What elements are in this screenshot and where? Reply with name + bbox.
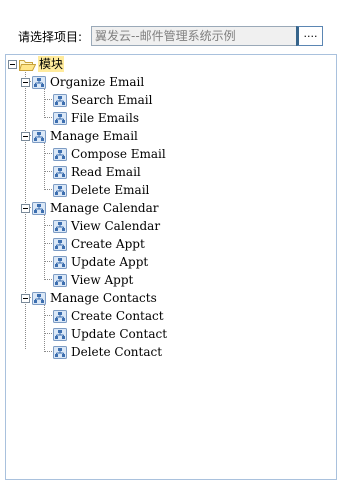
- collapse-icon[interactable]: [21, 131, 30, 141]
- tree-item[interactable]: File Emails: [53, 109, 140, 127]
- tree-item[interactable]: Search Email: [53, 91, 153, 109]
- tree-item-label: File Emails: [71, 111, 140, 125]
- tree-connector: [44, 140, 45, 190]
- hierarchy-icon: [53, 237, 67, 251]
- tree-item[interactable]: Delete Contact: [53, 343, 163, 361]
- tree-connector: [44, 225, 52, 226]
- tree-group[interactable]: Manage Email: [21, 127, 139, 145]
- tree-item[interactable]: Update Contact: [53, 325, 168, 343]
- tree-item-label: View Appt: [71, 273, 134, 287]
- tree-group[interactable]: Manage Contacts: [21, 289, 158, 307]
- tree-connector: [44, 171, 52, 172]
- tree-item-label: Update Contact: [71, 327, 168, 341]
- collapse-icon[interactable]: [21, 203, 30, 213]
- tree-connector: [44, 212, 45, 280]
- tree-group-label: Manage Contacts: [50, 291, 157, 305]
- tree-item-label: Compose Email: [71, 147, 166, 161]
- tree-group[interactable]: Organize Email: [21, 73, 145, 91]
- tree-item-label: Search Email: [71, 93, 153, 107]
- hierarchy-icon: [53, 309, 67, 323]
- hierarchy-icon: [32, 75, 46, 89]
- hierarchy-icon: [53, 345, 67, 359]
- hierarchy-icon: [53, 183, 67, 197]
- hierarchy-icon: [32, 129, 46, 143]
- hierarchy-icon: [32, 201, 46, 215]
- tree-connector: [44, 279, 52, 280]
- tree-group-label: Organize Email: [50, 75, 145, 89]
- module-tree-panel: 模块 Organize Email Search Email File Emai…: [5, 54, 337, 480]
- tree-connector: [44, 99, 52, 100]
- tree-item-label: Delete Email: [71, 183, 150, 197]
- tree-item[interactable]: Create Appt: [53, 235, 146, 253]
- tree-connector: [44, 302, 45, 352]
- hierarchy-icon: [53, 93, 67, 107]
- hierarchy-icon: [53, 219, 67, 233]
- collapse-icon[interactable]: [21, 77, 30, 87]
- tree-item[interactable]: Create Contact: [53, 307, 165, 325]
- tree-item[interactable]: Compose Email: [53, 145, 167, 163]
- tree-group[interactable]: Manage Calendar: [21, 199, 160, 217]
- hierarchy-icon: [53, 255, 67, 269]
- tree-connector: [44, 261, 52, 262]
- tree-root-label: 模块: [38, 56, 65, 72]
- hierarchy-icon: [53, 273, 67, 287]
- tree-connector: [44, 189, 52, 190]
- tree-group-label: Manage Email: [50, 129, 138, 143]
- collapse-icon[interactable]: [21, 293, 30, 303]
- tree-item[interactable]: View Appt: [53, 271, 134, 289]
- tree-connector: [44, 117, 52, 118]
- hierarchy-icon: [53, 111, 67, 125]
- tree-item-label: View Calendar: [71, 219, 161, 233]
- tree-group-label: Manage Calendar: [50, 201, 159, 215]
- tree-connector: [44, 333, 52, 334]
- project-selector: 请选择项目: 翼发云--邮件管理系统示例 ....: [18, 26, 323, 46]
- tree-item-label: Create Contact: [71, 309, 164, 323]
- hierarchy-icon: [53, 327, 67, 341]
- tree-item[interactable]: Update Appt: [53, 253, 149, 271]
- hierarchy-icon: [53, 165, 67, 179]
- collapse-icon[interactable]: [8, 59, 17, 69]
- tree-root[interactable]: 模块: [8, 55, 65, 73]
- tree-item-label: Delete Contact: [71, 345, 163, 359]
- tree-item[interactable]: View Calendar: [53, 217, 161, 235]
- tree-connector: [44, 351, 52, 352]
- folder-open-icon: [19, 59, 36, 71]
- project-input[interactable]: 翼发云--邮件管理系统示例: [91, 26, 304, 46]
- tree-item[interactable]: Read Email: [53, 163, 142, 181]
- tree-item-label: Read Email: [71, 165, 141, 179]
- tree-item-label: Update Appt: [71, 255, 149, 269]
- tree-item[interactable]: Delete Email: [53, 181, 150, 199]
- project-label: 请选择项目:: [18, 29, 83, 44]
- browse-button[interactable]: ....: [296, 26, 323, 46]
- tree-item-label: Create Appt: [71, 237, 145, 251]
- hierarchy-icon: [32, 291, 46, 305]
- hierarchy-icon: [53, 147, 67, 161]
- tree-connector: [44, 243, 52, 244]
- page: 请选择项目: 翼发云--邮件管理系统示例 .... 模块 Organize Em…: [0, 0, 343, 487]
- tree-connector: [44, 315, 52, 316]
- tree-connector: [44, 153, 52, 154]
